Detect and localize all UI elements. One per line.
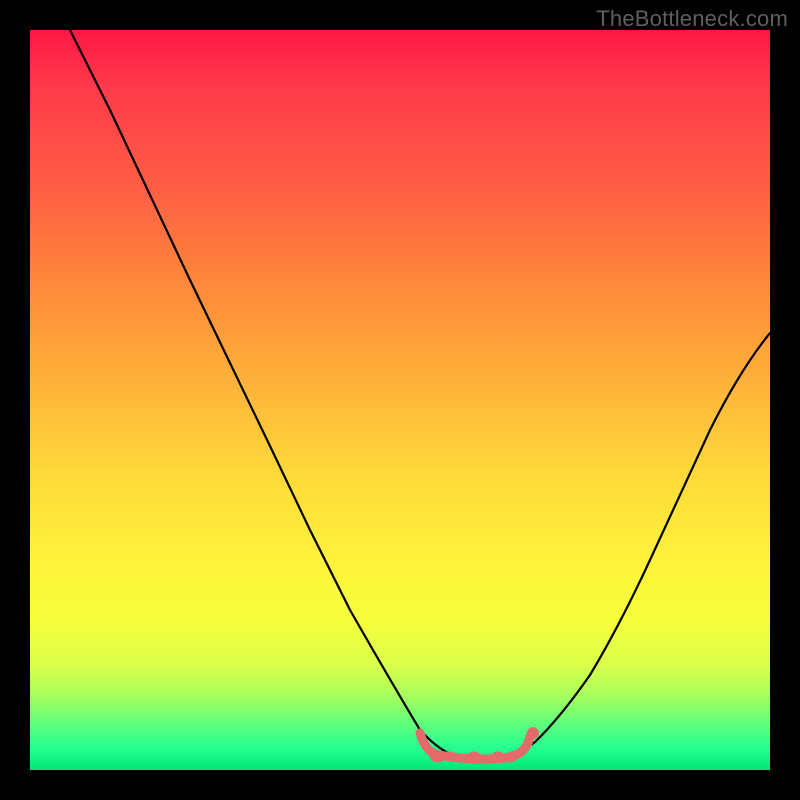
- chart-frame: TheBottleneck.com: [0, 0, 800, 800]
- bottleneck-curve: [70, 30, 770, 760]
- plot-area: [30, 30, 770, 770]
- optimal-range-end-dot: [527, 727, 539, 739]
- curve-layer: [30, 30, 770, 770]
- watermark-text: TheBottleneck.com: [596, 6, 788, 32]
